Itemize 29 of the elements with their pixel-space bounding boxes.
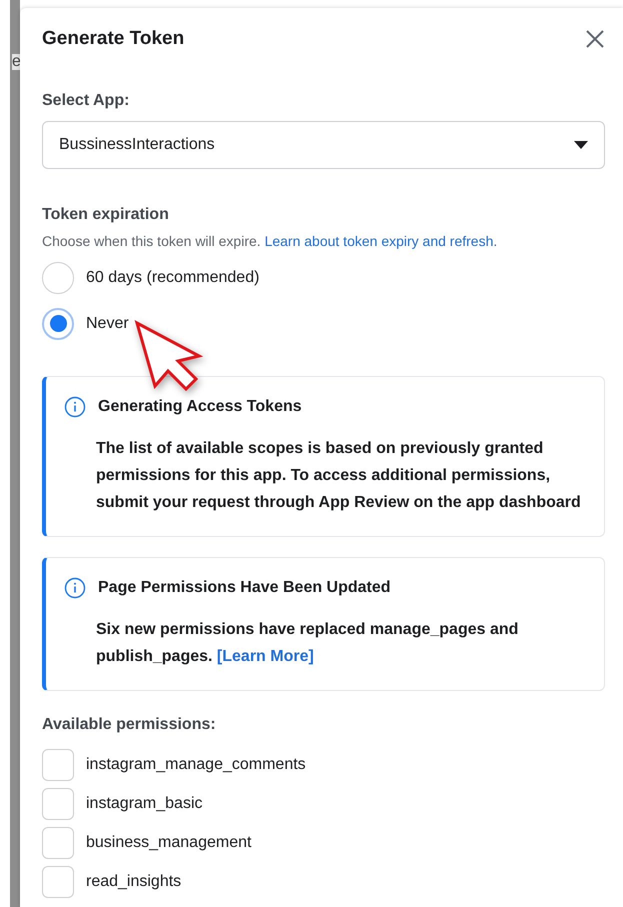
info-icon [64,576,86,599]
cursor-icon [133,320,205,392]
radio-button[interactable] [42,308,74,340]
section-label: Available permissions: [42,714,217,735]
notice-title: Generating Access Tokens [98,396,302,417]
permission-label[interactable]: instagram_manage_comments [86,752,306,777]
radio-button[interactable] [42,262,74,294]
caret-icon [574,140,588,149]
checkbox[interactable] [42,866,74,898]
close-button[interactable] [585,29,605,50]
checkbox[interactable] [42,748,74,781]
section-label: Token expiration [42,204,170,225]
info-icon [64,396,86,418]
checkbox[interactable] [42,826,74,859]
notice-title: Page Permissions Have Been Updated [98,578,391,598]
app-dropdown[interactable]: BussinessInteractions [42,120,605,169]
permission-label[interactable]: read_insights [86,870,182,894]
learn-more-link[interactable]: [Learn More] [216,648,314,665]
description-text: Choose when this token will expire. Learn about token expiry and refresh. [42,232,498,251]
option-label[interactable]: Never [86,312,129,336]
field-label: Select App: [42,90,130,111]
option-label[interactable]: 60 days (recommended) [86,266,260,290]
permission-label[interactable]: instagram_basic [86,792,202,816]
dialog-title: Generate Token [42,28,184,51]
permission-label[interactable]: business_management [86,830,252,855]
expiry-link[interactable]: Learn about token expiry and refresh. [264,232,498,249]
notice-text: Six new permissions have replaced manage_pages and publish_pages. [Learn More] [95,620,520,667]
notice-text: The list of available scopes is based on previously granted permissions for this app. To access additional permissions, submit your request through App Review on the app dashboard [95,438,582,513]
checkbox[interactable] [42,788,74,820]
